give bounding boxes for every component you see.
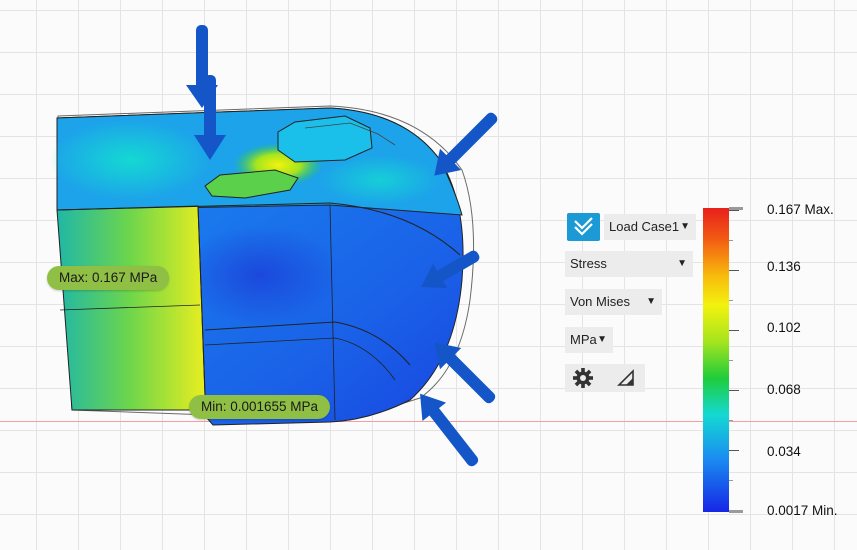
load-case-dropdown[interactable]: Load Case1 ▼ — [604, 214, 696, 240]
legend-settings-button[interactable] — [570, 366, 596, 390]
unit-dropdown[interactable]: MPa ▼ — [565, 327, 613, 353]
load-case-label: Load Case1 — [609, 219, 680, 234]
unit-label: MPa — [570, 332, 597, 347]
result-type-label: Stress — [570, 256, 607, 271]
checkmark-icon — [574, 217, 593, 236]
show-results-toggle[interactable] — [567, 213, 600, 241]
adaptive-legend-button[interactable] — [615, 368, 637, 388]
legend-tick — [729, 390, 739, 391]
stress-color-legend[interactable] — [703, 208, 729, 512]
legend-tick — [729, 270, 739, 271]
legend-minor-tick — [729, 240, 733, 241]
legend-minor-tick — [729, 300, 733, 301]
legend-label: 0.068 — [767, 382, 801, 397]
anisotropic-triangle-icon — [617, 369, 634, 386]
chevron-down-icon: ▼ — [646, 296, 656, 307]
legend-tick — [729, 450, 739, 451]
model-left-face — [56, 205, 206, 411]
legend-label: 0.102 — [767, 320, 801, 335]
legend-label-min: 0.0017 Min. — [767, 503, 838, 518]
min-stress-probe[interactable]: Min: 0.001655 MPa — [189, 395, 331, 419]
legend-tick — [729, 330, 739, 331]
stress-component-dropdown[interactable]: Von Mises ▼ — [565, 289, 662, 315]
legend-tools — [565, 364, 645, 392]
legend-min-handle[interactable] — [729, 510, 743, 513]
legend-label: 0.034 — [767, 444, 801, 459]
legend-label: 0.136 — [767, 259, 801, 274]
cyan-zone — [50, 120, 210, 200]
cyan-zone-2 — [320, 155, 440, 205]
chevron-down-icon: ▼ — [680, 221, 690, 232]
chevron-down-icon: ▼ — [677, 258, 687, 269]
gear-icon — [573, 368, 593, 388]
result-type-dropdown[interactable]: Stress ▼ — [565, 251, 693, 277]
legend-label-max: 0.167 Max. — [767, 202, 834, 217]
chevron-down-icon: ▼ — [597, 334, 607, 345]
3d-viewport[interactable]: Max: 0.167 MPa Min: 0.001655 MPa Load Ca… — [0, 0, 857, 550]
stress-component-label: Von Mises — [570, 294, 630, 309]
legend-minor-tick — [729, 480, 733, 481]
load-arrow — [434, 112, 498, 176]
legend-minor-tick — [729, 360, 733, 361]
legend-minor-tick — [729, 420, 733, 421]
dark-zone — [180, 225, 340, 325]
legend-tick — [729, 210, 739, 211]
max-stress-probe[interactable]: Max: 0.167 MPa — [47, 266, 170, 290]
